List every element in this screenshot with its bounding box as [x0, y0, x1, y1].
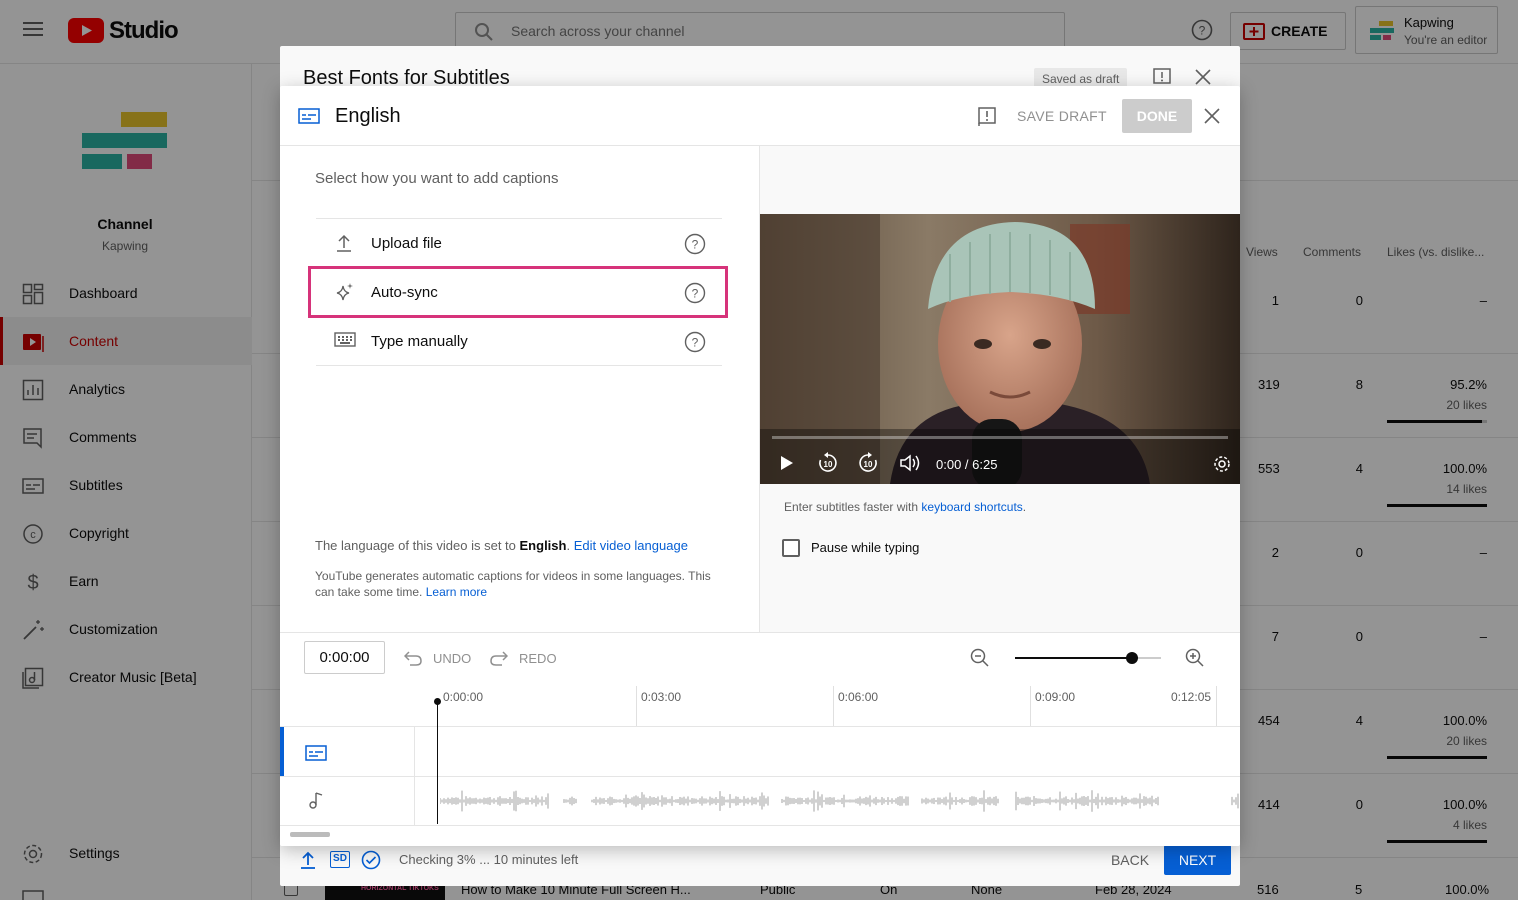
timeline-marker: 0:12:05 [1171, 690, 1212, 704]
video-language-note: The language of this video is set to Eng… [315, 538, 725, 553]
zoom-out-icon[interactable] [970, 648, 990, 668]
zoom-slider-fill [1015, 657, 1132, 659]
upload-icon [334, 233, 354, 253]
undo-button[interactable]: UNDO [433, 651, 471, 666]
option-upload-file[interactable]: Upload file ? [316, 219, 722, 268]
zoom-slider-handle[interactable] [1125, 652, 1138, 664]
timecode-input[interactable]: 0:00:00 [304, 641, 385, 674]
player-settings-icon[interactable] [1213, 455, 1231, 473]
language-suffix: . [566, 538, 571, 553]
video-time: 0:00 / 6:25 [936, 457, 998, 472]
shortcuts-suffix: . [1022, 500, 1027, 514]
dialog-header: English SAVE DRAFT DONE [280, 86, 1240, 146]
next-button[interactable]: NEXT [1164, 845, 1231, 875]
report-feedback-icon[interactable] [978, 107, 996, 127]
close-icon[interactable] [1204, 108, 1220, 124]
video-frame-image [760, 214, 1240, 484]
save-draft-button[interactable]: SAVE DRAFT [1017, 108, 1107, 124]
back-button[interactable]: BACK [1102, 845, 1158, 875]
svg-text:10: 10 [864, 460, 873, 469]
undo-icon[interactable] [404, 650, 422, 666]
subtitle-track-icon[interactable] [305, 745, 327, 761]
track-divider [280, 825, 1240, 826]
track-header-divider [414, 726, 415, 826]
keyboard-icon [334, 332, 356, 352]
option-label: Type manually [371, 333, 468, 350]
rewind-10-icon[interactable]: 10 [817, 452, 839, 474]
playhead-handle[interactable] [434, 698, 441, 705]
shortcuts-note: Enter subtitles faster with keyboard sho… [784, 500, 1026, 514]
auto-caption-text: YouTube generates automatic captions for… [315, 569, 711, 599]
redo-icon[interactable] [490, 650, 508, 666]
shortcuts-prefix: Enter subtitles faster with [784, 500, 922, 514]
captions-editor-dialog: English SAVE DRAFT DONE Select how you w… [280, 86, 1240, 846]
ruler-tick [833, 686, 834, 726]
timeline-marker: 0:09:00 [1035, 690, 1076, 704]
svg-text:?: ? [692, 336, 699, 350]
upload-status-icon [300, 851, 316, 869]
language-value: English [519, 538, 567, 553]
audio-waveform [440, 790, 1239, 812]
svg-text:10: 10 [824, 460, 833, 469]
option-label: Upload file [371, 235, 442, 252]
active-track-indicator [280, 727, 284, 776]
video-player[interactable]: 10 10 0:00 / 6:25 [760, 214, 1240, 484]
help-circle-icon[interactable]: ? [684, 331, 706, 353]
check-complete-icon [361, 850, 381, 870]
audio-track-icon [308, 791, 324, 809]
play-icon[interactable] [780, 455, 794, 471]
zoom-slider-track[interactable] [1015, 652, 1161, 664]
close-details-icon[interactable] [1195, 69, 1211, 85]
track-divider [280, 726, 1240, 727]
svg-text:?: ? [692, 238, 699, 252]
forward-10-icon[interactable]: 10 [857, 452, 879, 474]
timeline-marker: 0:03:00 [641, 690, 682, 704]
ruler-tick [1030, 686, 1031, 726]
help-circle-icon[interactable]: ? [684, 233, 706, 255]
caption-method-prompt: Select how you want to add captions [315, 170, 559, 187]
ruler-tick [636, 686, 637, 726]
keyboard-shortcuts-link[interactable]: keyboard shortcuts [921, 500, 1022, 514]
auto-caption-note: YouTube generates automatic captions for… [315, 568, 730, 600]
playhead[interactable] [437, 700, 438, 824]
redo-button[interactable]: REDO [519, 651, 557, 666]
option-type-manually[interactable]: Type manually ? [316, 317, 722, 366]
timeline-scrollbar[interactable] [290, 832, 330, 837]
pause-while-typing-label: Pause while typing [811, 540, 920, 555]
dialog-title: English [335, 105, 401, 127]
sd-quality-badge: SD [330, 851, 350, 868]
volume-icon[interactable] [899, 454, 921, 472]
pause-while-typing-checkbox[interactable] [782, 539, 800, 557]
feedback-flag-icon[interactable] [1153, 68, 1171, 86]
learn-more-link[interactable]: Learn more [426, 585, 487, 599]
timeline-marker: 0:06:00 [838, 690, 879, 704]
timeline-marker: 0:00:00 [443, 690, 484, 704]
timeline-divider [280, 632, 1240, 633]
edit-language-link[interactable]: Edit video language [574, 538, 688, 553]
track-divider [280, 776, 1240, 777]
zoom-in-icon[interactable] [1185, 648, 1205, 668]
language-prefix: The language of this video is set to [315, 538, 520, 553]
upload-progress-text: Checking 3% ... 10 minutes left [399, 852, 579, 867]
done-button[interactable]: DONE [1122, 99, 1192, 133]
auto-sync-highlight [308, 266, 728, 318]
ruler-tick [1216, 686, 1217, 726]
video-progress-track[interactable] [772, 436, 1228, 439]
subtitles-icon [298, 108, 320, 124]
